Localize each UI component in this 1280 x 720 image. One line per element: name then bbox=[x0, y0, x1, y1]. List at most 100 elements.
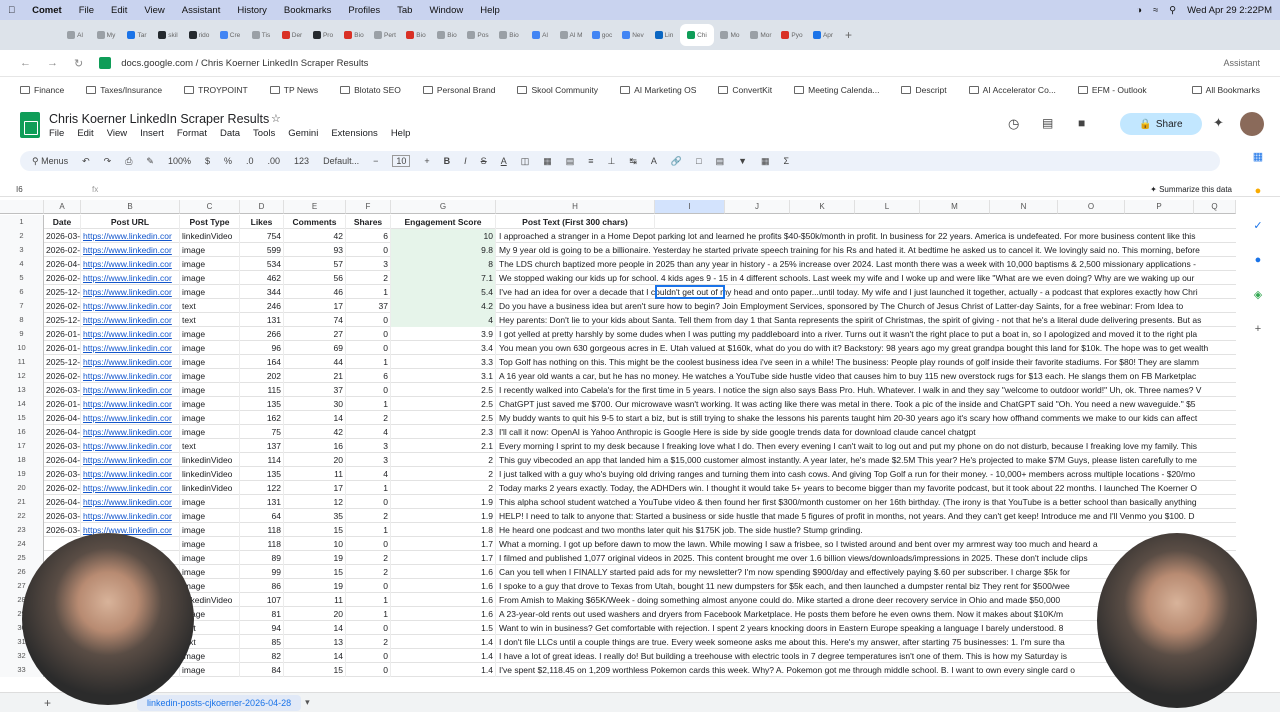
bookmark-item[interactable]: TP News bbox=[269, 85, 318, 95]
menu-insert[interactable]: Insert bbox=[140, 128, 164, 139]
date-cell[interactable]: 2025-12-30 bbox=[44, 285, 81, 299]
engagement-cell[interactable]: 3.4 bbox=[391, 341, 496, 355]
font-select[interactable]: Default... bbox=[323, 156, 359, 166]
engagement-cell[interactable]: 3.3 bbox=[391, 355, 496, 369]
valign-icon[interactable]: ⊥ bbox=[608, 156, 616, 167]
comments-cell[interactable]: 21 bbox=[284, 369, 346, 383]
post-text-cell[interactable]: This alpha school student watched a YouT… bbox=[496, 495, 1236, 509]
url-cell[interactable]: https://www.linkedin.cor bbox=[81, 509, 180, 523]
engagement-cell[interactable]: 1.4 bbox=[391, 663, 496, 677]
datetime[interactable]: Wed Apr 29 2:22PM bbox=[1187, 5, 1272, 16]
engagement-cell[interactable]: 1.7 bbox=[391, 551, 496, 565]
add-sheet-button[interactable]: + bbox=[44, 696, 51, 710]
mac-menu-view[interactable]: View bbox=[144, 5, 164, 16]
app-name[interactable]: Comet bbox=[32, 5, 62, 16]
row-number[interactable]: 6 bbox=[0, 285, 44, 299]
post-text-cell[interactable]: My 9 year old is going to be a billionai… bbox=[496, 243, 1236, 257]
column-header-g[interactable]: G bbox=[391, 200, 496, 214]
url-cell[interactable]: https://www.linkedin.cor bbox=[81, 439, 180, 453]
post-type-cell[interactable]: image bbox=[180, 425, 240, 439]
post-type-cell[interactable]: linkedinVideo bbox=[180, 467, 240, 481]
column-header-a[interactable]: A bbox=[44, 200, 81, 214]
mac-menu-help[interactable]: Help bbox=[480, 5, 500, 16]
shares-cell[interactable]: 1 bbox=[346, 285, 391, 299]
browser-tab[interactable]: Tis bbox=[246, 24, 276, 46]
date-cell[interactable]: 2026-03-26 bbox=[44, 383, 81, 397]
row-number[interactable]: 13 bbox=[0, 383, 44, 397]
column-header-f[interactable]: F bbox=[346, 200, 391, 214]
menu-view[interactable]: View bbox=[107, 128, 127, 139]
shares-cell[interactable]: 6 bbox=[346, 229, 391, 243]
mac-menu-profiles[interactable]: Profiles bbox=[348, 5, 380, 16]
merge-icon[interactable]: ▤ bbox=[566, 156, 575, 167]
new-tab-button[interactable]: + bbox=[845, 28, 852, 42]
post-text-cell[interactable]: A 16 year old wants a car, but he has no… bbox=[496, 369, 1236, 383]
comments-cell[interactable]: 56 bbox=[284, 271, 346, 285]
post-type-cell[interactable]: linkedinVideo bbox=[180, 453, 240, 467]
shares-cell[interactable]: 0 bbox=[346, 341, 391, 355]
shares-cell[interactable]: 0 bbox=[346, 243, 391, 257]
shares-cell[interactable]: 1 bbox=[346, 397, 391, 411]
row-number[interactable]: 18 bbox=[0, 453, 44, 467]
comments-cell[interactable]: 44 bbox=[284, 355, 346, 369]
paint-format-icon[interactable]: ✎ bbox=[146, 156, 154, 167]
row-number[interactable]: 11 bbox=[0, 355, 44, 369]
engagement-cell[interactable]: 2 bbox=[391, 481, 496, 495]
browser-tab[interactable]: Tar bbox=[122, 24, 152, 46]
comments-cell[interactable]: 13 bbox=[284, 635, 346, 649]
likes-cell[interactable]: 131 bbox=[240, 495, 284, 509]
shares-cell[interactable]: 2 bbox=[346, 411, 391, 425]
share-button[interactable]: 🔒 Share bbox=[1120, 113, 1202, 135]
url-cell[interactable]: https://www.linkedin.cor bbox=[81, 327, 180, 341]
shares-cell[interactable]: 2 bbox=[346, 551, 391, 565]
header-post-url[interactable]: Post URL bbox=[81, 215, 180, 229]
browser-tab[interactable]: Nev bbox=[618, 24, 648, 46]
date-cell[interactable]: 2026-04-06 bbox=[44, 257, 81, 271]
browser-tab[interactable]: Mor bbox=[746, 24, 776, 46]
row-number[interactable]: 5 bbox=[0, 271, 44, 285]
likes-cell[interactable]: 246 bbox=[240, 299, 284, 313]
menu-gemini[interactable]: Gemini bbox=[288, 128, 318, 139]
search-icon[interactable]: ⚲ bbox=[1169, 5, 1176, 16]
engagement-cell[interactable]: 5.4 bbox=[391, 285, 496, 299]
mac-menu-edit[interactable]: Edit bbox=[111, 5, 127, 16]
header-engagement-score[interactable]: Engagement Score bbox=[391, 215, 496, 229]
date-cell[interactable]: 2025-12-22 bbox=[44, 313, 81, 327]
add-addon-icon[interactable]: + bbox=[1255, 323, 1261, 335]
date-cell[interactable]: 2026-04-06 bbox=[44, 411, 81, 425]
url-cell[interactable]: https://www.linkedin.cor bbox=[81, 425, 180, 439]
column-header-b[interactable]: B bbox=[81, 200, 180, 214]
likes-cell[interactable]: 135 bbox=[240, 397, 284, 411]
post-type-cell[interactable]: image bbox=[180, 383, 240, 397]
url-cell[interactable]: https://www.linkedin.cor bbox=[81, 481, 180, 495]
shares-cell[interactable]: 3 bbox=[346, 257, 391, 271]
engagement-cell[interactable]: 3.9 bbox=[391, 327, 496, 341]
comments-cell[interactable]: 57 bbox=[284, 257, 346, 271]
post-type-cell[interactable]: image bbox=[180, 663, 240, 677]
date-cell[interactable]: 2026-04-10 bbox=[44, 495, 81, 509]
post-text-cell[interactable]: I approached a stranger in a Home Depot … bbox=[496, 229, 1236, 243]
menu-format[interactable]: Format bbox=[177, 128, 207, 139]
avatar[interactable] bbox=[1240, 112, 1264, 136]
browser-tab[interactable]: Bio bbox=[339, 24, 369, 46]
browser-tab[interactable]: Apr bbox=[808, 24, 838, 46]
shares-cell[interactable]: 6 bbox=[346, 369, 391, 383]
comments-cell[interactable]: 42 bbox=[284, 229, 346, 243]
likes-cell[interactable]: 131 bbox=[240, 313, 284, 327]
engagement-cell[interactable]: 1.7 bbox=[391, 537, 496, 551]
engagement-cell[interactable]: 2.5 bbox=[391, 411, 496, 425]
row-number[interactable]: 17 bbox=[0, 439, 44, 453]
column-header-i[interactable]: I bbox=[655, 200, 725, 214]
zoom-select[interactable]: 100% bbox=[168, 156, 191, 166]
engagement-cell[interactable]: 10 bbox=[391, 229, 496, 243]
row-number[interactable]: 4 bbox=[0, 257, 44, 271]
url-cell[interactable]: https://www.linkedin.cor bbox=[81, 313, 180, 327]
bookmark-item[interactable]: Skool Community bbox=[517, 85, 598, 95]
shares-cell[interactable]: 0 bbox=[346, 621, 391, 635]
shares-cell[interactable]: 1 bbox=[346, 523, 391, 537]
engagement-cell[interactable]: 1.6 bbox=[391, 607, 496, 621]
search-menus-button[interactable]: ⚲ Menus bbox=[32, 156, 68, 167]
tasks-icon[interactable]: ✓ bbox=[1253, 219, 1262, 232]
url-cell[interactable]: https://www.linkedin.cor bbox=[81, 369, 180, 383]
calendar-icon[interactable]: ▦ bbox=[1253, 150, 1263, 163]
